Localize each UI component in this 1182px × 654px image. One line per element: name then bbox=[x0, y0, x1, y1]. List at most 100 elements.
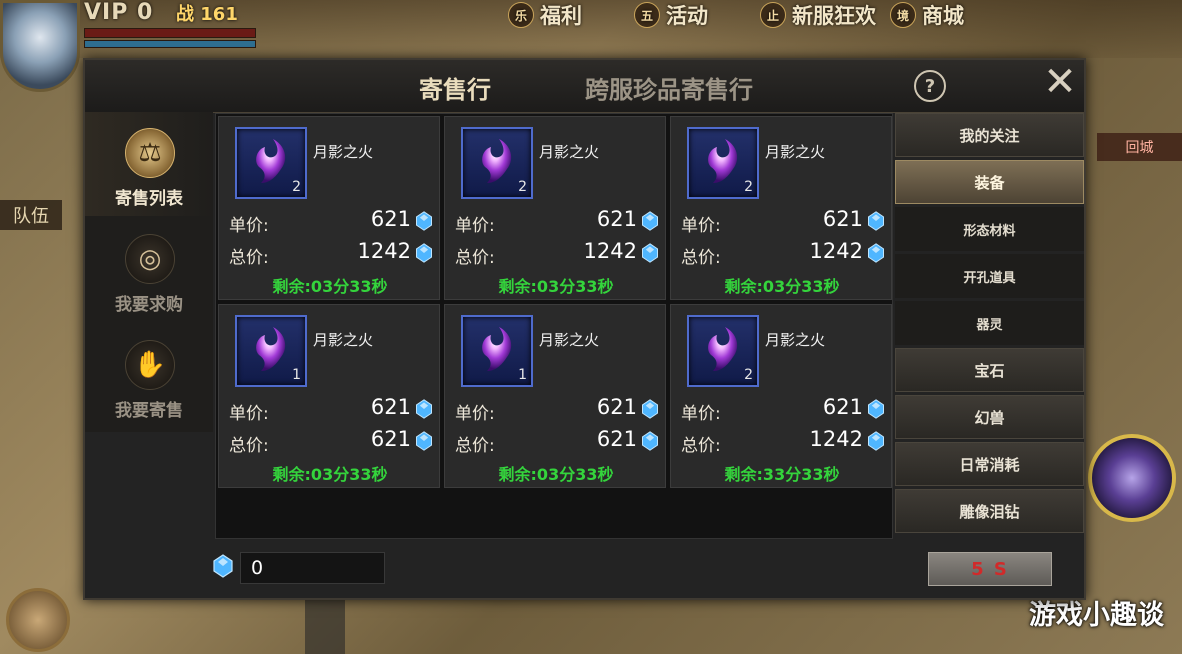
item-slot[interactable]: 1 bbox=[461, 315, 533, 387]
player-avatar[interactable] bbox=[0, 0, 80, 92]
hp-bar bbox=[84, 28, 256, 38]
item-slot[interactable]: 2 bbox=[687, 315, 759, 387]
unit-price-value: 621 bbox=[596, 207, 637, 231]
unit-price-label: 单价: bbox=[681, 404, 721, 424]
nav-want-sell-label: 我要寄售 bbox=[115, 401, 183, 421]
gem-icon bbox=[642, 431, 658, 451]
gem-currency-icon bbox=[213, 554, 233, 578]
unit-price-label: 单价: bbox=[229, 404, 269, 424]
mount-icon[interactable] bbox=[6, 588, 70, 652]
event-badge-icon: 五 bbox=[634, 2, 660, 28]
unit-price-value: 621 bbox=[370, 395, 411, 419]
nav-want-buy-label: 我要求购 bbox=[115, 295, 183, 315]
shop-badge-icon: 境 bbox=[890, 2, 916, 28]
consignment-dialog: 寄售行 跨服珍品寄售行 ? ✕ ⚖ 寄售列表 ◎ 我要求购 ✋ 我要寄售 2 月… bbox=[83, 58, 1086, 600]
item-name: 月影之火 bbox=[765, 331, 826, 349]
moneybag-hand-icon: ✋ bbox=[125, 340, 175, 390]
category-item[interactable]: 开孔道具 bbox=[895, 254, 1084, 298]
item-slot[interactable]: 1 bbox=[235, 315, 307, 387]
remaining-time: 剩余:03分33秒 bbox=[272, 465, 388, 484]
moon-shadow-fire-icon bbox=[256, 327, 286, 371]
event-label: 活动 bbox=[666, 4, 708, 28]
item-slot[interactable]: 2 bbox=[461, 127, 533, 199]
unit-price-value: 621 bbox=[370, 207, 411, 231]
listing-card[interactable]: 2 月影之火 单价: 621 总价: 1242 剩余:03分33秒 bbox=[444, 116, 666, 300]
nav-want-buy[interactable]: ◎ 我要求购 bbox=[85, 218, 213, 322]
listing-card[interactable]: 2 月影之火 单价: 621 总价: 1242 剩余:03分33秒 bbox=[218, 116, 440, 300]
total-price-label: 总价: bbox=[229, 248, 269, 268]
coin-hand-icon: ◎ bbox=[125, 234, 175, 284]
item-slot[interactable]: 2 bbox=[235, 127, 307, 199]
total-price-value: 1242 bbox=[583, 239, 637, 263]
vip-level: VIP 0 bbox=[84, 0, 154, 25]
listing-card[interactable]: 1 月影之火 单价: 621 总价: 621 剩余:03分33秒 bbox=[444, 304, 666, 488]
item-quantity: 1 bbox=[518, 367, 527, 383]
unit-price-label: 单价: bbox=[455, 216, 495, 236]
category-item[interactable]: 形态材料 bbox=[895, 207, 1084, 251]
total-price-value: 1242 bbox=[357, 239, 411, 263]
total-price-label: 总价: bbox=[681, 248, 721, 268]
item-quantity: 2 bbox=[744, 367, 753, 383]
gem-icon bbox=[868, 243, 884, 263]
combat-power: 战 161 bbox=[176, 4, 238, 25]
close-icon[interactable]: ✕ bbox=[1040, 62, 1080, 102]
unit-price-label: 单价: bbox=[229, 216, 269, 236]
unit-price-label: 单价: bbox=[681, 216, 721, 236]
voice-mic-icon[interactable] bbox=[305, 598, 345, 654]
moon-shadow-fire-icon bbox=[482, 327, 512, 371]
category-item[interactable]: 装备 bbox=[895, 160, 1084, 204]
team-tab[interactable]: 队伍 bbox=[0, 200, 62, 230]
category-item[interactable]: 我的关注 bbox=[895, 113, 1084, 157]
item-quantity: 2 bbox=[744, 179, 753, 195]
currency-amount: 0 bbox=[240, 552, 385, 584]
welfare-label: 福利 bbox=[540, 4, 582, 28]
remaining-time: 剩余:03分33秒 bbox=[498, 277, 614, 296]
remaining-time: 剩余:33分33秒 bbox=[724, 465, 840, 484]
skill-orb-icon[interactable] bbox=[1088, 434, 1176, 522]
help-icon[interactable]: ? bbox=[914, 70, 946, 102]
dialog-title-bar: 寄售行 跨服珍品寄售行 ? ✕ bbox=[85, 60, 1084, 117]
category-item[interactable]: 幻兽 bbox=[895, 395, 1084, 439]
category-item[interactable]: 雕像泪钻 bbox=[895, 489, 1084, 533]
listing-card[interactable]: 2 月影之火 单价: 621 总价: 1242 剩余:33分33秒 bbox=[670, 304, 892, 488]
nav-want-sell[interactable]: ✋ 我要寄售 bbox=[85, 324, 213, 428]
item-quantity: 2 bbox=[292, 179, 301, 195]
new-server-button[interactable]: 止 新服狂欢 bbox=[760, 0, 876, 30]
remaining-time: 剩余:03分33秒 bbox=[724, 277, 840, 296]
gem-icon bbox=[642, 399, 658, 419]
tab-cross-server[interactable]: 跨服珍品寄售行 bbox=[585, 70, 753, 105]
remaining-time: 剩余:03分33秒 bbox=[272, 277, 388, 296]
item-name: 月影之火 bbox=[313, 331, 374, 349]
moon-shadow-fire-icon bbox=[256, 139, 286, 183]
item-slot[interactable]: 2 bbox=[687, 127, 759, 199]
listing-card[interactable]: 2 月影之火 单价: 621 总价: 1242 剩余:03分33秒 bbox=[670, 116, 892, 300]
moon-shadow-fire-icon bbox=[482, 139, 512, 183]
event-button[interactable]: 五 活动 bbox=[634, 0, 708, 30]
tab-consignment[interactable]: 寄售行 bbox=[391, 70, 519, 117]
item-name: 月影之火 bbox=[539, 143, 600, 161]
total-price-label: 总价: bbox=[455, 436, 495, 456]
gem-icon bbox=[416, 431, 432, 451]
category-list: 我的关注 装备 形态材料 开孔道具 器灵 宝石 幻兽 日常消耗 雕像泪钻 bbox=[895, 113, 1084, 539]
nav-sale-list[interactable]: ⚖ 寄售列表 bbox=[85, 112, 213, 216]
remaining-time: 剩余:03分33秒 bbox=[498, 465, 614, 484]
gem-icon bbox=[642, 243, 658, 263]
item-name: 月影之火 bbox=[539, 331, 600, 349]
category-item[interactable]: 日常消耗 bbox=[895, 442, 1084, 486]
listing-card[interactable]: 1 月影之火 单价: 621 总价: 621 剩余:03分33秒 bbox=[218, 304, 440, 488]
gem-icon bbox=[416, 399, 432, 419]
total-price-value: 621 bbox=[370, 427, 411, 451]
moon-shadow-fire-icon bbox=[708, 327, 738, 371]
category-item[interactable]: 器灵 bbox=[895, 301, 1084, 345]
left-nav: ⚖ 寄售列表 ◎ 我要求购 ✋ 我要寄售 bbox=[85, 112, 213, 432]
shop-button[interactable]: 境 商城 bbox=[890, 0, 964, 30]
gem-icon bbox=[868, 399, 884, 419]
total-price-value: 1242 bbox=[809, 239, 863, 263]
return-town-button[interactable]: 回城 bbox=[1097, 133, 1182, 161]
mp-bar bbox=[84, 40, 256, 48]
total-price-label: 总价: bbox=[455, 248, 495, 268]
category-item[interactable]: 宝石 bbox=[895, 348, 1084, 392]
refresh-button[interactable]: 5 S bbox=[928, 552, 1052, 586]
item-quantity: 1 bbox=[292, 367, 301, 383]
welfare-button[interactable]: 乐 福利 bbox=[508, 0, 582, 30]
